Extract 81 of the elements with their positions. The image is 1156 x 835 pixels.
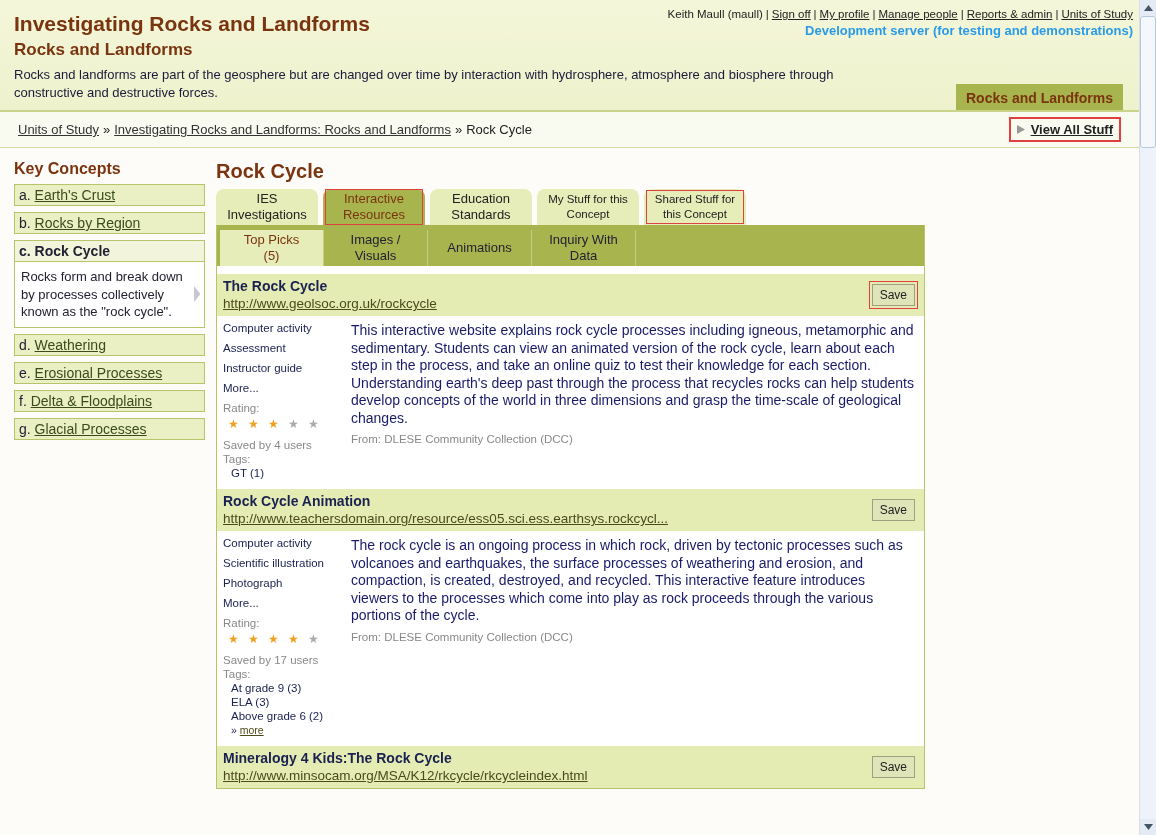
tab[interactable]: Education Standards: [430, 189, 532, 225]
breadcrumb-separator: »: [454, 122, 463, 137]
unit-tab[interactable]: Rocks and Landforms: [955, 84, 1123, 110]
concept-item[interactable]: a. Earth's Crust: [14, 184, 205, 206]
rating-label: Rating:: [223, 402, 261, 414]
tags-label: Tags:: [223, 453, 252, 465]
tag-item[interactable]: ELA (3): [231, 696, 351, 708]
concept-item[interactable]: b. Rocks by Region: [14, 212, 205, 234]
tag-item[interactable]: At grade 9 (3): [231, 682, 351, 694]
more-link[interactable]: More...: [223, 597, 351, 609]
concept-item[interactable]: f. Delta & Floodplains: [14, 389, 205, 412]
resource-description: The rock cycle is an ongoing process in which rock, driven by tectonic processes such as volcanoes and earthquakes, the surface processes of weathering and erosion, and compaction, is created, destroyed, and recycled. This interactive feature introduces viewers to the processes which come into play as rock proceeds through the various portions of the cycle.: [351, 537, 904, 625]
resource-type: Scientific illustration: [223, 557, 325, 569]
resource-link[interactable]: http://www.geolsoc.org.uk/rockcycle: [223, 296, 437, 311]
concept-item[interactable]: d. Weathering: [14, 333, 205, 356]
breadcrumb-link[interactable]: Investigating Rocks and Landforms: Rocks and Landforms: [114, 122, 451, 137]
resource-source: From: DLESE Community Collection (DCC): [351, 433, 574, 445]
resource-type: Photograph: [223, 577, 284, 589]
view-all-link[interactable]: View All Stuff: [1008, 117, 1121, 142]
resource-title: Rock Cycle Animation: [223, 493, 372, 509]
concept-description: Rocks form and break down by processes collectively known as the "rock cycle".: [21, 268, 184, 321]
link-separator: |: [765, 8, 769, 20]
link-separator: |: [813, 8, 817, 20]
link-separator: |: [1055, 8, 1059, 20]
resource-link[interactable]: http://www.minsocam.org/MSA/K12/rkcycle/rkcycleindex.html: [223, 768, 588, 783]
page-title: Investigating Rocks and Landforms: [14, 12, 371, 36]
tab[interactable]: Shared Stuff for this Concept: [644, 189, 746, 225]
resource-description: This interactive website explains rock cycle processes including igneous, metamorphic and sedimentary. Students can view an animated version of the rock cycle, learn about each step in the process, and take an online quiz to test their knowledge for each section. Understanding earth's deep past through the process that recycles rocks can help students develop concepts of the world in three dimensions and grasp the time-scale of geological changes.: [351, 322, 914, 427]
resource-type: Computer activity: [223, 322, 313, 334]
concept-item[interactable]: g. Glacial Processes: [14, 417, 205, 440]
breadcrumb-current: Rock Cycle: [466, 122, 532, 137]
user-link[interactable]: Sign off: [771, 8, 811, 20]
user-link[interactable]: Reports & admin: [966, 8, 1053, 20]
subtab[interactable]: Top Picks (5): [220, 230, 324, 266]
server-note: Development server (for testing and demonstrations): [805, 23, 1133, 38]
save-button[interactable]: Save: [871, 284, 915, 306]
resource-type: Assessment: [223, 342, 287, 354]
user-link[interactable]: Units of Study: [1061, 8, 1133, 20]
tag-item[interactable]: Above grade 6 (2): [231, 710, 351, 722]
breadcrumb-separator: »: [102, 122, 111, 137]
unit-description: Rocks and landforms are part of the geosphere but are changed over time by interaction with hydrosphere, atmosphere and biosphere through constructive and destructive forces.: [14, 66, 835, 102]
resource-type: Instructor guide: [223, 362, 304, 374]
scroll-up-icon[interactable]: [1143, 5, 1153, 11]
breadcrumb-link[interactable]: Units of Study: [18, 122, 99, 137]
concept-item[interactable]: c. Rock Cycle Rocks form and break down by processes collectively known as the "rock cycle".: [14, 240, 205, 328]
more-link[interactable]: More...: [223, 382, 351, 394]
sidebar-title: Key Concepts: [14, 160, 122, 178]
resource-title: The Rock Cycle: [223, 278, 329, 294]
saved-count: Saved by 17 users: [223, 654, 320, 666]
tags-label: Tags:: [223, 668, 252, 680]
unit-subtitle: Rocks and Landforms: [14, 40, 194, 60]
subtab[interactable]: Inquiry With Data: [532, 230, 636, 266]
user-link[interactable]: Manage people: [878, 8, 958, 20]
scroll-down-icon[interactable]: [1143, 824, 1153, 830]
link-separator: |: [960, 8, 964, 20]
subtab[interactable]: Animations: [428, 230, 532, 266]
scrollbar-thumb[interactable]: [1140, 16, 1156, 148]
star-rating: ★ ★ ★ ★ ★: [228, 417, 320, 431]
user-name: Keith Maull (maull): [667, 8, 763, 20]
tab[interactable]: IES Investigations: [216, 189, 318, 225]
user-link[interactable]: My profile: [819, 8, 870, 20]
concept-item[interactable]: e. Erosional Processes: [14, 361, 205, 384]
link-separator: |: [872, 8, 876, 20]
tab[interactable]: My Stuff for this Concept: [537, 189, 639, 225]
tag-item[interactable]: GT (1): [231, 467, 351, 479]
resource-type: Computer activity: [223, 537, 313, 549]
more-prefix: »: [231, 724, 237, 736]
more-tags-link[interactable]: more: [239, 724, 264, 736]
subtab[interactable]: Images / Visuals: [324, 230, 428, 266]
resource-title: Mineralogy 4 Kids:The Rock Cycle: [223, 750, 453, 766]
scrollbar[interactable]: [1139, 0, 1156, 835]
rating-label: Rating:: [223, 617, 261, 629]
triangle-icon: [1016, 125, 1025, 134]
tab[interactable]: Interactive Resources: [323, 189, 425, 225]
saved-count: Saved by 4 users: [223, 439, 313, 451]
concept-title: Rock Cycle: [216, 160, 325, 183]
star-rating: ★ ★ ★ ★ ★: [228, 632, 320, 646]
save-button[interactable]: Save: [871, 756, 915, 778]
resource-source: From: DLESE Community Collection (DCC): [351, 630, 574, 643]
save-button[interactable]: Save: [871, 499, 915, 521]
resource-link[interactable]: http://www.teachersdomain.org/resource/ess05.sci.ess.earthsys.rockcycl...: [223, 511, 668, 526]
